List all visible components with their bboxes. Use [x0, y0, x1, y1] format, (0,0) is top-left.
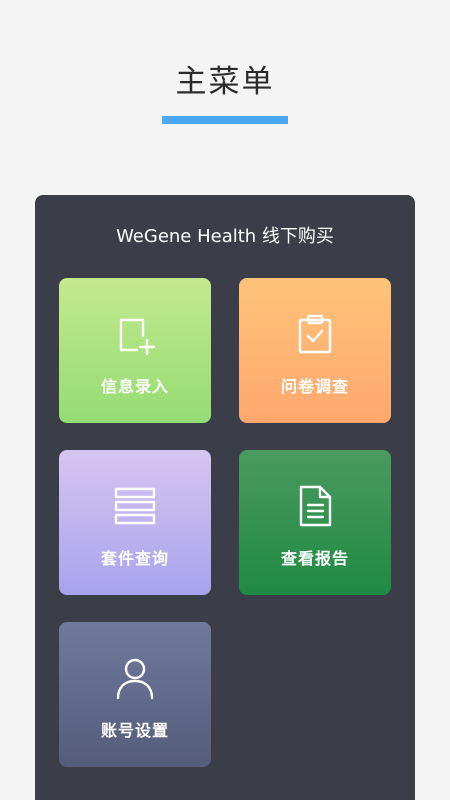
add-document-icon — [113, 312, 157, 356]
view-report-button[interactable]: 查看报告 — [239, 450, 391, 595]
panel-title: WeGene Health 线下购买 — [116, 226, 334, 247]
info-entry-label: 信息录入 — [100, 377, 169, 396]
title-underline — [162, 116, 288, 124]
page-title: 主菜单 — [175, 64, 275, 100]
questionnaire-button[interactable]: 问卷调查 — [239, 278, 391, 423]
clipboard-check-icon — [293, 312, 337, 356]
kit-query-label: 套件查询 — [100, 549, 169, 568]
kit-query-button[interactable]: 套件查询 — [59, 450, 211, 595]
account-settings-button[interactable]: 账号设置 — [59, 622, 211, 767]
main-menu-page: 主菜单 WeGene Health 线下购买 信息录入 问卷调查 套件查询 查看… — [0, 0, 450, 800]
view-report-label: 查看报告 — [280, 549, 349, 568]
document-icon — [293, 484, 337, 528]
account-settings-label: 账号设置 — [100, 721, 169, 740]
questionnaire-label: 问卷调查 — [280, 377, 349, 396]
menu-panel: WeGene Health 线下购买 信息录入 问卷调查 套件查询 查看报告 账… — [35, 195, 415, 800]
info-entry-button[interactable]: 信息录入 — [59, 278, 211, 423]
user-icon — [113, 656, 157, 700]
stacked-list-icon — [113, 484, 157, 528]
